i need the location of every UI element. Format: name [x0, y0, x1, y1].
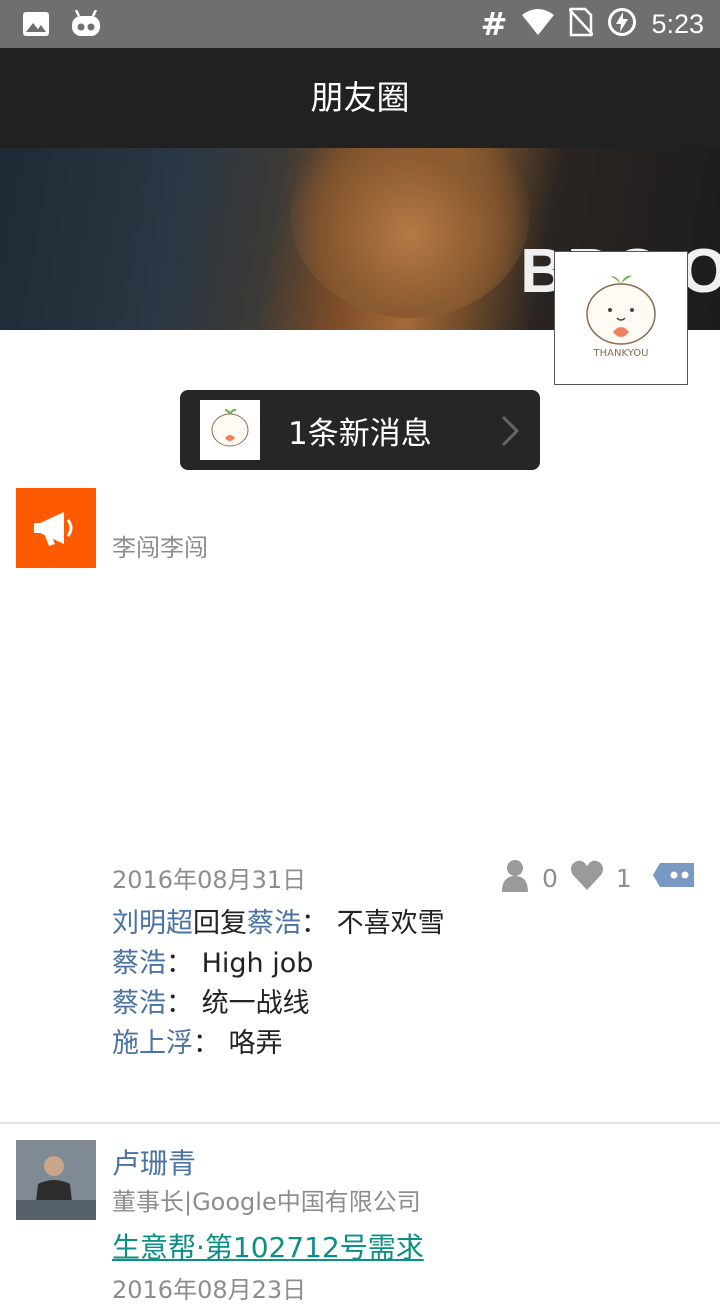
post-author-name[interactable]: 李闯李闯 [112, 528, 208, 563]
post-date: 2016年08月31日 [112, 866, 307, 894]
post-author-title: 董事长|Google中国有限公司 [112, 1188, 421, 1216]
comment-text[interactable]: High job [202, 948, 314, 979]
hash-icon: # [480, 5, 508, 43]
megaphone-icon [34, 512, 73, 546]
like-count: 1 [615, 863, 632, 893]
battery-charging-icon [607, 7, 637, 41]
comment-text[interactable]: 咯弄 [229, 1028, 283, 1059]
person-icon [500, 858, 530, 898]
comment-list: 刘明超回复蔡浩： 不喜欢雪 蔡浩： High job 蔡浩： 统一战线 施上浮：… [112, 904, 445, 1064]
comment-reply-to[interactable]: 蔡浩 [247, 908, 301, 939]
comment-item: 刘明超回复蔡浩： 不喜欢雪 [112, 904, 445, 944]
post-actions: 0 1 [500, 858, 696, 898]
like-heart-icon[interactable] [570, 859, 604, 897]
new-message-text: 1条新消息 [288, 416, 432, 452]
new-message-avatar [200, 400, 260, 460]
image-icon [22, 10, 50, 42]
page-title: 朋友圈 [0, 48, 720, 148]
comment-author[interactable]: 蔡浩 [112, 948, 166, 979]
new-message-banner[interactable]: 1条新消息 [180, 390, 540, 470]
comment-separator: ： [166, 988, 202, 1019]
no-sim-icon [568, 7, 595, 41]
comment-author[interactable]: 蔡浩 [112, 988, 166, 1019]
clock: 5:23 [651, 8, 704, 39]
post-divider [0, 1122, 720, 1124]
post-author-avatar[interactable] [16, 1140, 96, 1220]
comment-author[interactable]: 施上浮 [112, 1028, 193, 1059]
svg-text:THANKYOU: THANKYOU [593, 348, 649, 359]
cover-photo-subject [290, 148, 530, 318]
wifi-icon [521, 8, 555, 40]
comment-separator: ： [301, 908, 337, 939]
post-author-name[interactable]: 卢珊青 [112, 1142, 196, 1182]
comment-author[interactable]: 刘明超 [112, 908, 193, 939]
comment-item: 施上浮： 咯弄 [112, 1024, 445, 1064]
post-date: 2016年08月23日 [112, 1276, 307, 1304]
comment-reply-word: 回复 [193, 908, 247, 939]
comment-separator: ： [193, 1028, 229, 1059]
comment-item: 蔡浩： High job [112, 944, 445, 984]
comment-text[interactable]: 统一战线 [202, 988, 310, 1019]
android-icon [70, 9, 102, 42]
comment-icon[interactable] [652, 860, 696, 896]
view-count: 0 [542, 863, 558, 893]
thankyou-sticker-icon: THANKYOU [586, 275, 656, 359]
status-bar: # 5:23 [0, 0, 720, 48]
post-author-avatar[interactable] [16, 488, 96, 568]
person-photo [16, 1140, 96, 1220]
post-link[interactable]: 生意帮·第102712号需求 [112, 1226, 424, 1266]
my-avatar[interactable]: THANKYOU [554, 251, 688, 385]
comment-separator: ： [166, 948, 202, 979]
chevron-right-icon [500, 414, 520, 452]
comment-text[interactable]: 不喜欢雪 [337, 908, 445, 939]
comment-item: 蔡浩： 统一战线 [112, 984, 445, 1024]
